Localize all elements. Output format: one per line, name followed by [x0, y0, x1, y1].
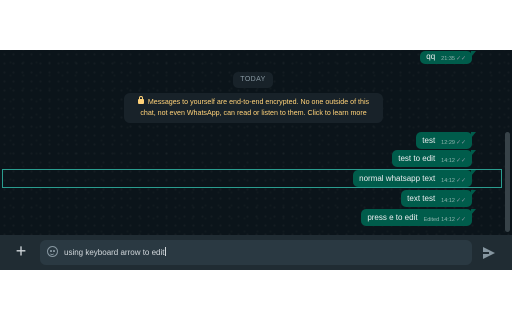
message-time: 14:12 [441, 178, 455, 184]
message-bubble[interactable]: press e to edit Edited 14:12✓✓ [361, 209, 476, 229]
message-input-text[interactable]: using keyboard arrow to edit [64, 240, 166, 265]
message-bubble[interactable]: text test 14:12✓✓ [401, 190, 476, 210]
message-text: normal whatsapp text [359, 174, 436, 183]
double-check-icon: ✓✓ [455, 158, 466, 164]
text-caret [164, 247, 166, 256]
message-text: test [422, 136, 436, 145]
message-time: 21:35 [441, 56, 455, 62]
encryption-text: Messages to yourself are end-to-end encr… [140, 98, 370, 117]
date-separator: TODAY [233, 72, 273, 88]
message-meta: 14:12✓✓ [441, 153, 466, 170]
double-check-icon: ✓✓ [455, 140, 466, 146]
message-bubble[interactable]: test to edit 14:12✓✓ [392, 150, 476, 170]
lock-icon [137, 96, 144, 104]
message-list[interactable]: qq 21:35✓✓ TODAY Messages to yourself are… [0, 50, 512, 235]
edited-label: Edited [423, 217, 440, 223]
composer-bar: + using keyboard arrow to edit [0, 235, 512, 270]
double-check-icon: ✓✓ [455, 198, 466, 204]
message-meta: 14:12✓✓ [441, 193, 466, 210]
emoji-icon[interactable] [47, 246, 58, 257]
message-text: text test [407, 194, 436, 203]
message-time: 14:12 [441, 217, 455, 223]
plus-icon[interactable]: + [14, 242, 28, 260]
double-check-icon: ✓✓ [455, 217, 466, 223]
encryption-notice[interactable]: Messages to yourself are end-to-end encr… [124, 93, 383, 123]
message-input[interactable]: using keyboard arrow to edit [40, 240, 472, 265]
message-time: 14:12 [441, 198, 455, 204]
whatsapp-chat-window: qq 21:35✓✓ TODAY Messages to yourself are… [0, 50, 512, 270]
message-bubble[interactable]: test 12:29✓✓ [416, 132, 476, 149]
message-text: press e to edit [367, 213, 418, 222]
message-time: 12:29 [441, 140, 455, 146]
chat-scrollbar[interactable] [505, 132, 510, 232]
message-meta: 14:12✓✓ [441, 173, 466, 190]
message-time: 14:12 [441, 158, 455, 164]
message-meta: 21:35✓✓ [441, 53, 466, 65]
double-check-icon: ✓✓ [455, 178, 466, 184]
message-text: test to edit [398, 154, 436, 163]
send-icon[interactable] [483, 247, 495, 259]
double-check-icon: ✓✓ [455, 56, 466, 62]
message-meta: Edited 14:12✓✓ [424, 212, 466, 229]
message-bubble[interactable]: qq 21:35✓✓ [420, 51, 476, 65]
message-text: qq [426, 52, 436, 61]
message-bubble-selected[interactable]: normal whatsapp text 14:12✓✓ [353, 170, 476, 190]
message-draft: using keyboard arrow to edit [64, 248, 165, 257]
